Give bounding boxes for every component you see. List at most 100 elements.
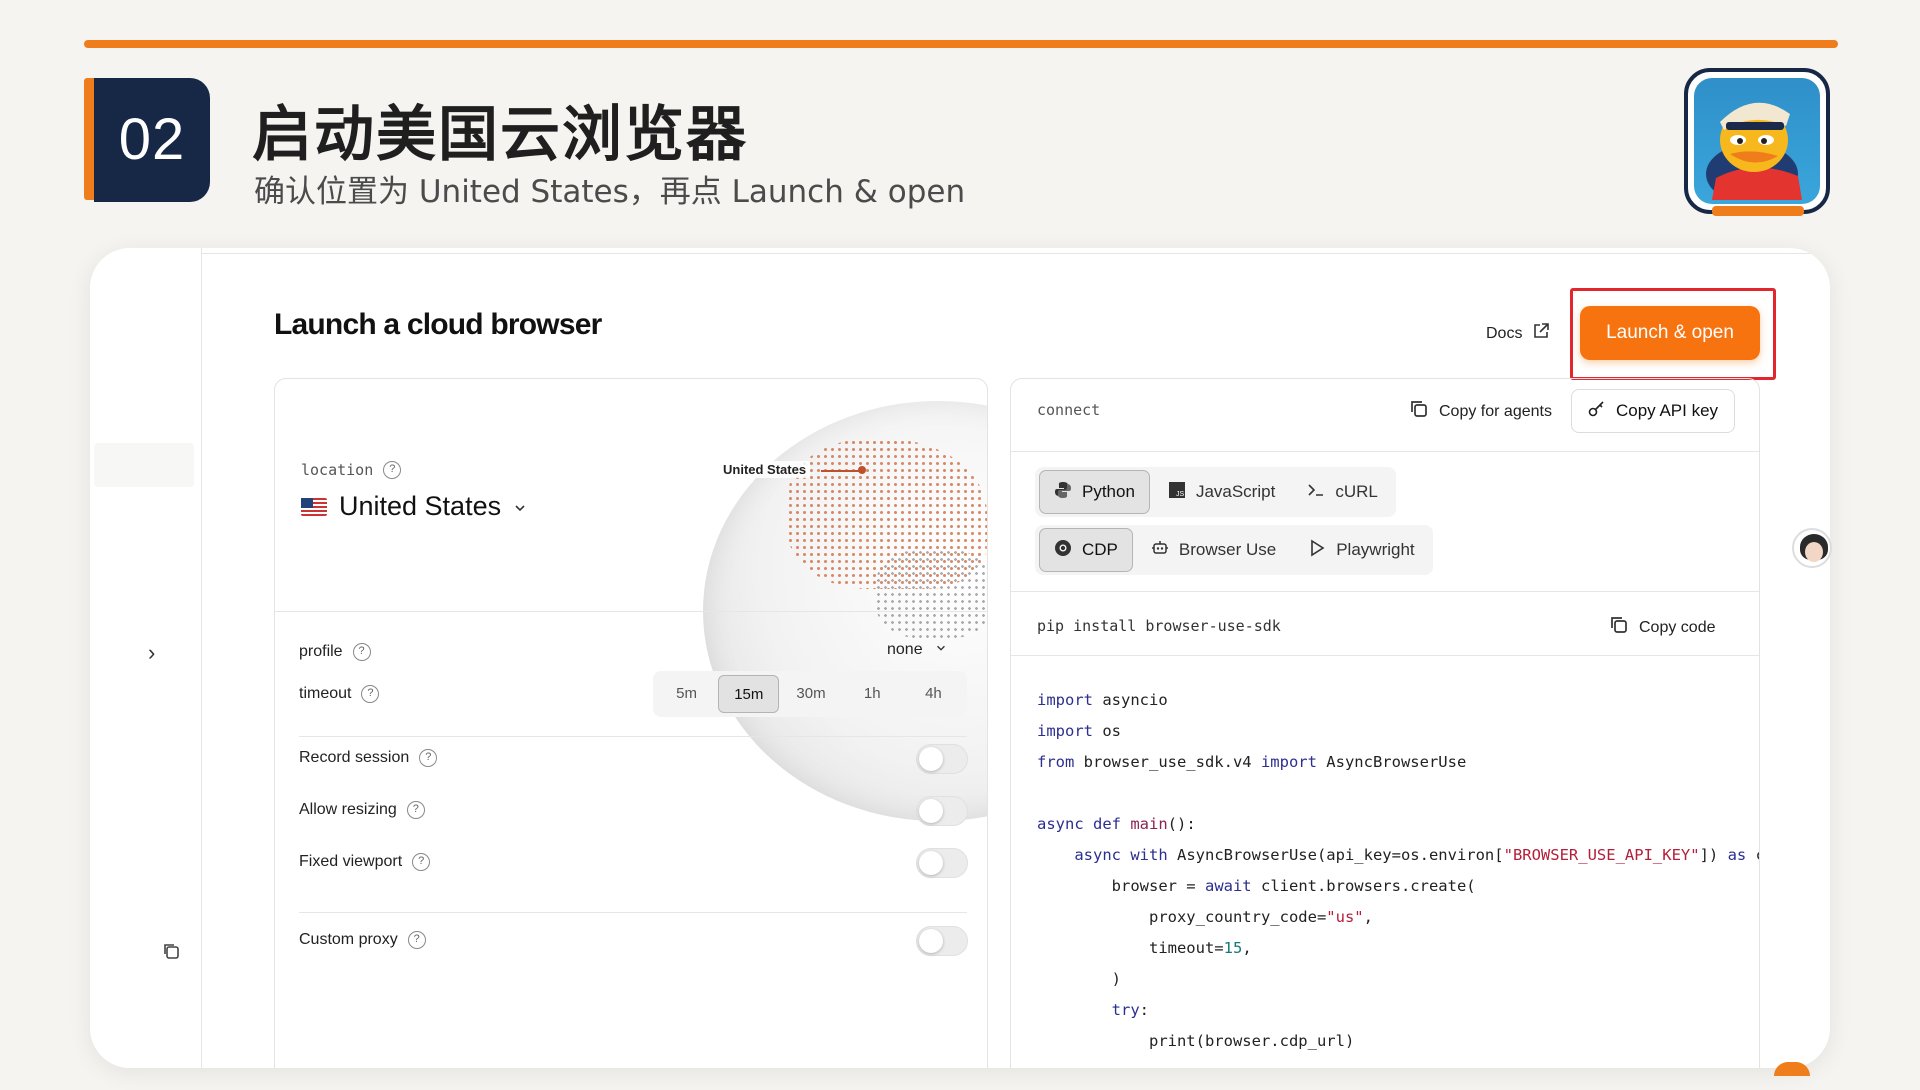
globe-location-tag: United States [719,461,811,478]
tab-cdp-label: CDP [1082,540,1118,559]
chrome-icon [1054,539,1072,561]
copy-api-key-button[interactable]: Copy API key [1571,389,1735,433]
python-icon [1054,481,1072,503]
slide-title: 启动美国云浏览器 [252,100,748,170]
us-flag-icon [301,497,327,516]
app-window: › Launch a cloud browser Docs Launch & o… [90,248,1830,1068]
page-title: Launch a cloud browser [274,308,602,341]
mode-tabs: CDP Browser Use Playwright [1035,525,1433,575]
chevron-down-icon [513,491,527,522]
timeout-label: timeout [299,685,352,702]
sidebar-rail: › [90,248,202,1068]
allow-resizing-row: Allow resizing ? [299,801,425,819]
chevron-right-icon[interactable]: › [148,640,155,666]
docs-link[interactable]: Docs [1486,322,1550,345]
sidebar-highlight [94,443,194,487]
timeout-option-selected[interactable]: 15m [718,675,780,713]
svg-text:JS: JS [1176,491,1185,498]
tab-curl[interactable]: cURL [1293,470,1392,514]
help-icon[interactable]: ? [383,461,402,479]
chevron-down-icon [935,641,947,658]
code-divider [1011,655,1759,656]
location-select[interactable]: United States [301,491,527,522]
copy-for-agents-button[interactable]: Copy for agents [1409,399,1552,424]
help-icon[interactable]: ? [419,749,438,767]
connect-divider [1011,451,1759,452]
code-block: import asyncio import os from browser_us… [1037,691,1759,1050]
location-value: United States [339,491,502,521]
location-label: location [301,461,374,479]
docs-label: Docs [1486,324,1523,342]
tab-python[interactable]: Python [1039,470,1150,514]
play-icon [1308,539,1326,561]
record-session-toggle[interactable] [916,744,968,774]
header-divider [202,253,1830,254]
custom-proxy-toggle[interactable] [916,926,968,956]
copy-icon [1409,399,1429,424]
step-number: 02 [94,78,210,202]
javascript-icon: JS [1168,481,1186,503]
custom-proxy-row: Custom proxy ? [299,931,426,949]
tab-javascript-label: JavaScript [1195,482,1276,501]
tab-browser-use-label: Browser Use [1178,540,1277,559]
fixed-viewport-toggle[interactable] [916,848,968,878]
globe-pointer-dot [858,466,866,474]
tabs-divider [1011,591,1759,592]
slide-subtitle: 确认位置为 United States，再点 Launch & open [254,174,966,210]
help-icon[interactable]: ? [406,801,425,819]
location-divider [275,611,987,612]
land-dots [875,549,987,639]
external-link-icon [1532,322,1550,345]
help-icon[interactable]: ? [352,643,371,661]
copy-api-key-label: Copy API key [1615,401,1719,420]
tab-javascript[interactable]: JS JavaScript [1154,470,1289,514]
record-session-row: Record session ? [299,749,438,767]
record-session-label: Record session [299,749,410,766]
settings-panel: United States location ? United States p… [274,378,988,1068]
allow-resizing-label: Allow resizing [299,801,397,818]
language-tabs: Python JS JavaScript cURL [1035,467,1396,517]
help-icon[interactable]: ? [407,931,426,949]
profile-select[interactable]: none [887,641,947,659]
globe-pointer-line [821,470,859,472]
tab-python-label: Python [1082,482,1135,501]
tab-playwright[interactable]: Playwright [1294,528,1428,572]
support-avatar[interactable] [1792,528,1832,568]
connect-panel: connect Copy for agents Copy API key Pyt… [1010,378,1760,1068]
connect-label: connect [1037,401,1101,419]
copy-icon [1609,615,1629,640]
avatar-accent-bar [1712,206,1804,216]
help-icon[interactable]: ? [361,685,380,703]
mascot-avatar [1684,68,1830,214]
copy-icon[interactable] [162,942,180,965]
settings-divider [299,736,967,737]
timeout-option[interactable]: 4h [904,675,963,713]
tab-cdp[interactable]: CDP [1039,528,1133,572]
help-icon[interactable]: ? [412,853,431,871]
allow-resizing-toggle[interactable] [916,796,968,826]
fixed-viewport-label: Fixed viewport [299,853,403,870]
tab-browser-use[interactable]: Browser Use [1137,528,1290,572]
custom-proxy-label: Custom proxy [299,931,398,948]
top-accent-rule [84,40,1838,48]
key-icon [1588,400,1606,423]
launch-open-button[interactable]: Launch & open [1580,306,1760,360]
timeout-option[interactable]: 1h [843,675,902,713]
install-command: pip install browser-use-sdk [1037,617,1281,635]
tab-curl-label: cURL [1335,482,1378,501]
copy-code-button[interactable]: Copy code [1609,615,1716,640]
settings-divider [299,912,967,913]
timeout-segmented-control: 5m 15m 30m 1h 4h [653,671,967,717]
profile-label-row: profile ? [299,643,371,661]
copy-for-agents-label: Copy for agents [1439,402,1552,420]
fixed-viewport-row: Fixed viewport ? [299,853,431,871]
timeout-option[interactable]: 5m [657,675,716,713]
terminal-icon [1307,481,1325,503]
timeout-option[interactable]: 30m [781,675,840,713]
tab-playwright-label: Playwright [1336,540,1415,559]
profile-value: none [887,641,923,658]
floating-widget[interactable] [1774,1062,1810,1076]
timeout-label-row: timeout ? [299,685,380,703]
location-label-row: location ? [301,461,402,479]
profile-label: profile [299,643,343,660]
